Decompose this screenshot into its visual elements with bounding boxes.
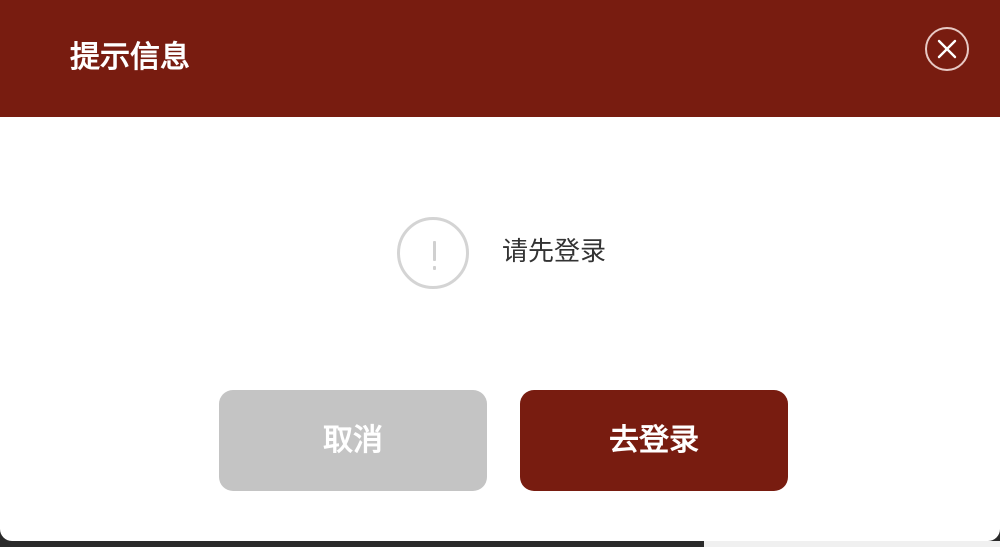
go-login-button[interactable]: 去登录 [520, 390, 788, 491]
dialog-title: 提示信息 [70, 40, 190, 75]
warning-icon [397, 217, 469, 289]
cancel-button[interactable]: 取消 [219, 390, 487, 491]
close-button[interactable] [925, 27, 969, 71]
login-prompt-dialog: 提示信息 请先登录 取消 去登录 [0, 0, 1000, 541]
close-icon [937, 39, 957, 59]
message-text: 请先登录 [502, 237, 607, 267]
page-backdrop-light [704, 541, 1000, 547]
dialog-header: 提示信息 [0, 0, 1000, 117]
